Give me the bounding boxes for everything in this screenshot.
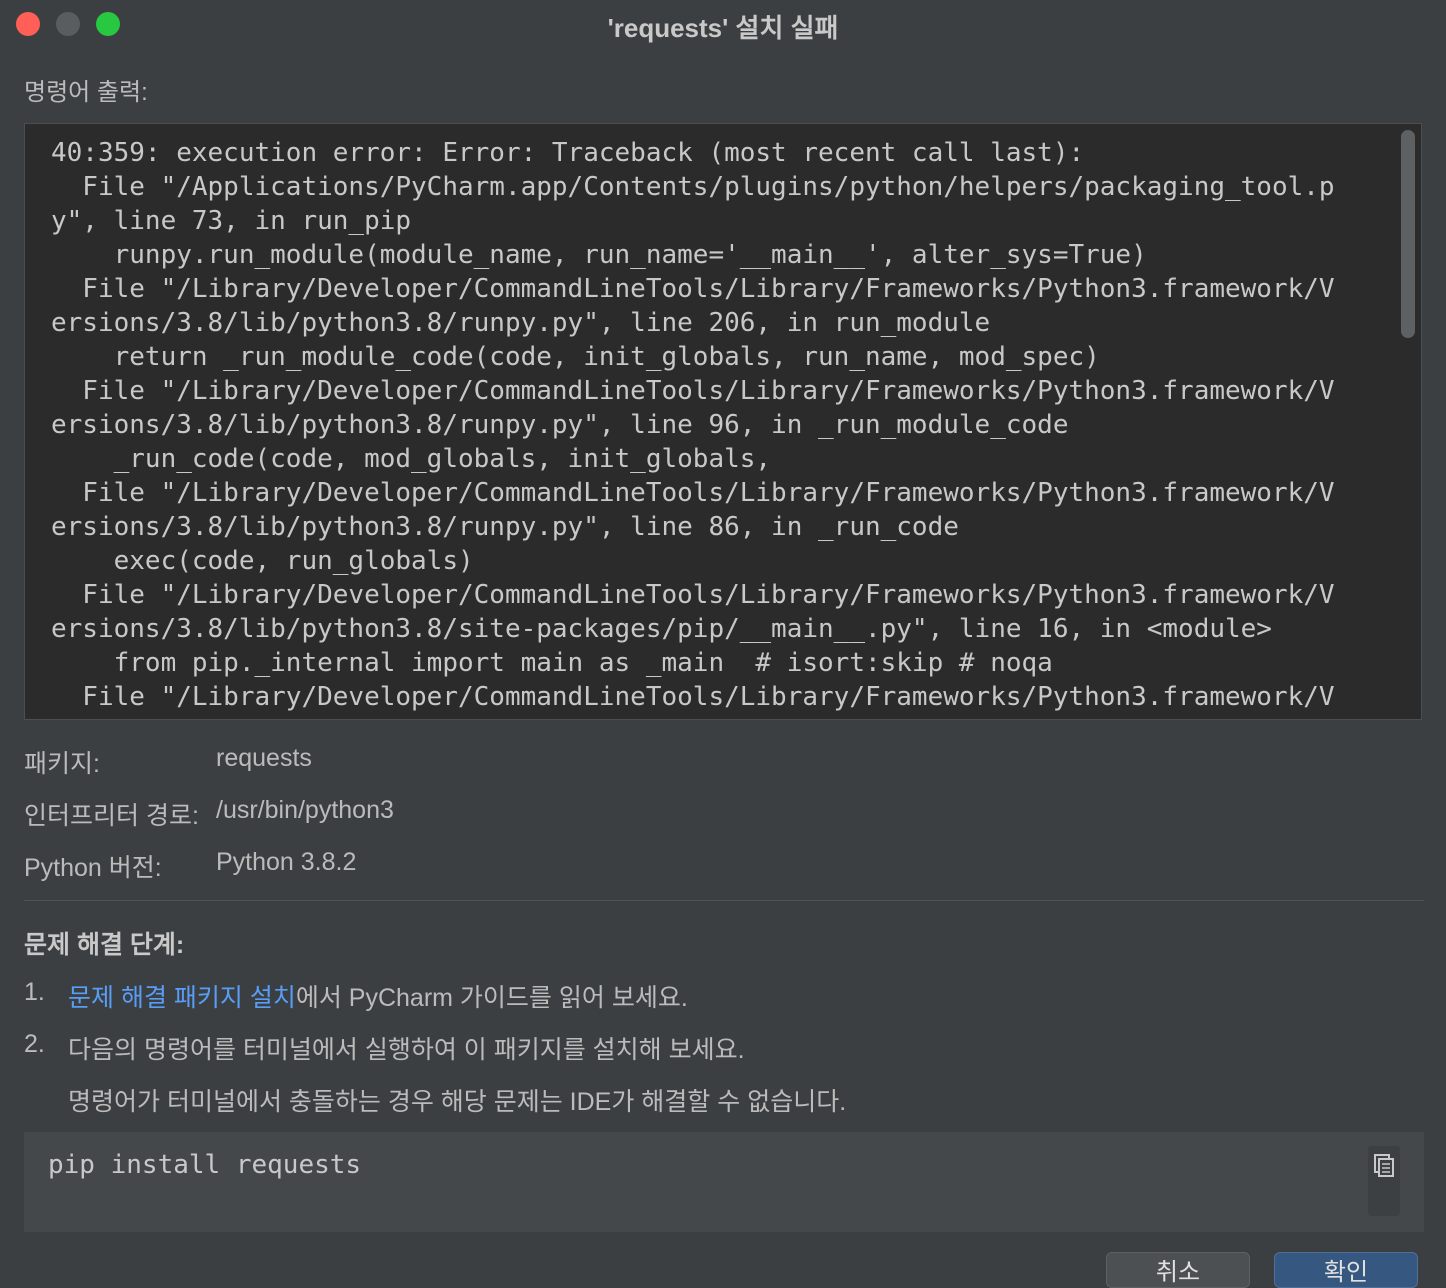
step-1-text: 에서 PyCharm 가이드를 읽어 보세요. xyxy=(295,984,688,1012)
step-1-body: 문제 해결 패키지 설치에서 PyCharm 가이드를 읽어 보세요. xyxy=(68,978,688,1014)
interpreter-value: /usr/bin/python3 xyxy=(216,796,394,824)
divider xyxy=(24,900,1424,901)
python-version-value: Python 3.8.2 xyxy=(216,848,357,876)
window-title: 'requests' 설치 실패 xyxy=(607,13,839,43)
package-label: 패키지: xyxy=(24,750,100,778)
interpreter-label: 인터프리터 경로: xyxy=(24,802,199,830)
troubleshooting-guide-link[interactable]: 문제 해결 패키지 설치 xyxy=(68,984,296,1012)
command-output-label: 명령어 출력: xyxy=(24,79,148,106)
command-output-text[interactable]: 40:359: execution error: Error: Tracebac… xyxy=(51,136,1335,714)
ok-button[interactable]: 확인 xyxy=(1274,1252,1418,1288)
copy-icon xyxy=(1374,1154,1394,1177)
copy-command-button[interactable] xyxy=(1368,1146,1400,1216)
title-bar: 'requests' 설치 실패 xyxy=(0,0,1446,48)
troubleshooting-title: 문제 해결 단계: xyxy=(24,931,185,959)
python-version-label: Python 버전: xyxy=(24,854,162,882)
step-1-number: 1. xyxy=(24,978,45,1006)
step-2-text: 다음의 명령어를 터미널에서 실행하여 이 패키지를 설치해 보세요. xyxy=(68,1036,745,1064)
package-value: requests xyxy=(216,744,312,772)
step-2-note-text: 명령어가 터미널에서 충돌하는 경우 해당 문제는 IDE가 해결할 수 없습니… xyxy=(68,1088,847,1116)
cancel-button[interactable]: 취소 xyxy=(1106,1252,1250,1288)
command-output-area[interactable]: 40:359: execution error: Error: Tracebac… xyxy=(24,123,1422,720)
step-2-number: 2. xyxy=(24,1030,45,1058)
command-box: pip install requests xyxy=(24,1132,1424,1232)
install-command-text[interactable]: pip install requests xyxy=(48,1150,361,1180)
output-scrollbar[interactable] xyxy=(1401,130,1415,338)
